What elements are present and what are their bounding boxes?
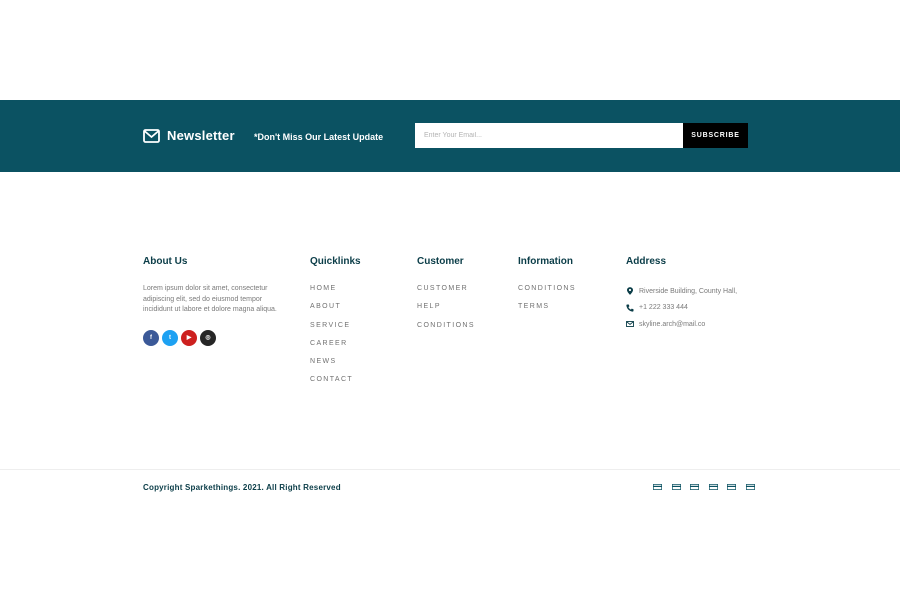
instagram-icon[interactable]: ◎ (200, 329, 216, 346)
payment-card-icon (671, 484, 681, 490)
customer-heading: Customer (417, 256, 464, 267)
mail-icon (626, 320, 634, 328)
address-text: Riverside Building, County Hall, (639, 287, 738, 295)
quicklinks-list: HOME ABOUT SERVICE CAREER NEWS CONTACT (310, 282, 361, 392)
phone-icon (626, 304, 634, 312)
newsletter-title: Newsletter (167, 128, 235, 143)
information-link-terms[interactable]: TERMS (518, 300, 576, 318)
information-column: Information CONDITIONS TERMS (518, 255, 576, 319)
newsletter-tagline: *Don't Miss Our Latest Update (254, 132, 384, 142)
footer-divider (0, 469, 900, 470)
payment-card-icon (653, 484, 662, 490)
address-heading: Address (626, 256, 667, 267)
information-link-conditions[interactable]: CONDITIONS (518, 282, 576, 300)
social-links: f t ▶ ◎ (143, 329, 283, 346)
email-text: skyline.arch@mail.co (639, 320, 706, 328)
payment-card-icon (690, 484, 699, 490)
address-list: Riverside Building, County Hall, +1 222 … (626, 283, 737, 333)
copyright-text: Copyright Sparkethings. 2021. All Right … (143, 483, 341, 492)
information-list: CONDITIONS TERMS (518, 282, 576, 319)
newsletter-section: Newsletter *Don't Miss Our Latest Update… (0, 100, 900, 172)
quicklink-home[interactable]: HOME (310, 282, 361, 300)
map-pin-icon (626, 287, 634, 296)
quicklinks-heading: Quicklinks (310, 256, 361, 267)
address-item-email: skyline.arch@mail.co (626, 316, 737, 333)
payment-card-icon (745, 484, 755, 490)
customer-list: CUSTOMER HELP CONDITIONS (417, 282, 475, 337)
quicklink-career[interactable]: CAREER (310, 337, 361, 355)
twitter-icon[interactable]: t (162, 329, 178, 346)
quicklink-service[interactable]: SERVICE (310, 319, 361, 337)
address-column: Address Riverside Building, County Hall,… (626, 255, 737, 333)
about-column: About Us Lorem ipsum dolor sit amet, con… (143, 255, 283, 346)
quicklinks-column: Quicklinks HOME ABOUT SERVICE CAREER NEW… (310, 255, 361, 392)
newsletter-email-input[interactable] (415, 123, 683, 148)
address-item-location: Riverside Building, County Hall, (626, 283, 737, 300)
payment-card-icon (727, 484, 736, 490)
about-heading: About Us (143, 256, 188, 267)
customer-column: Customer CUSTOMER HELP CONDITIONS (417, 255, 475, 337)
customer-link-help[interactable]: HELP (417, 300, 475, 318)
newsletter-title-group: Newsletter (143, 128, 235, 143)
information-heading: Information (518, 256, 573, 267)
quicklink-contact[interactable]: CONTACT (310, 373, 361, 391)
subscribe-button[interactable]: SUBSCRIBE (683, 123, 748, 148)
customer-link-conditions[interactable]: CONDITIONS (417, 319, 475, 337)
address-item-phone: +1 222 333 444 (626, 300, 737, 317)
facebook-icon[interactable]: f (143, 329, 159, 346)
phone-text: +1 222 333 444 (639, 304, 688, 312)
quicklink-news[interactable]: NEWS (310, 355, 361, 373)
payment-methods (653, 484, 764, 490)
quicklink-about[interactable]: ABOUT (310, 300, 361, 318)
youtube-icon[interactable]: ▶ (181, 329, 197, 346)
about-text: Lorem ipsum dolor sit amet, consectetur … (143, 285, 277, 313)
payment-card-icon (708, 484, 718, 490)
envelope-icon (143, 128, 160, 143)
customer-link-customer[interactable]: CUSTOMER (417, 282, 475, 300)
